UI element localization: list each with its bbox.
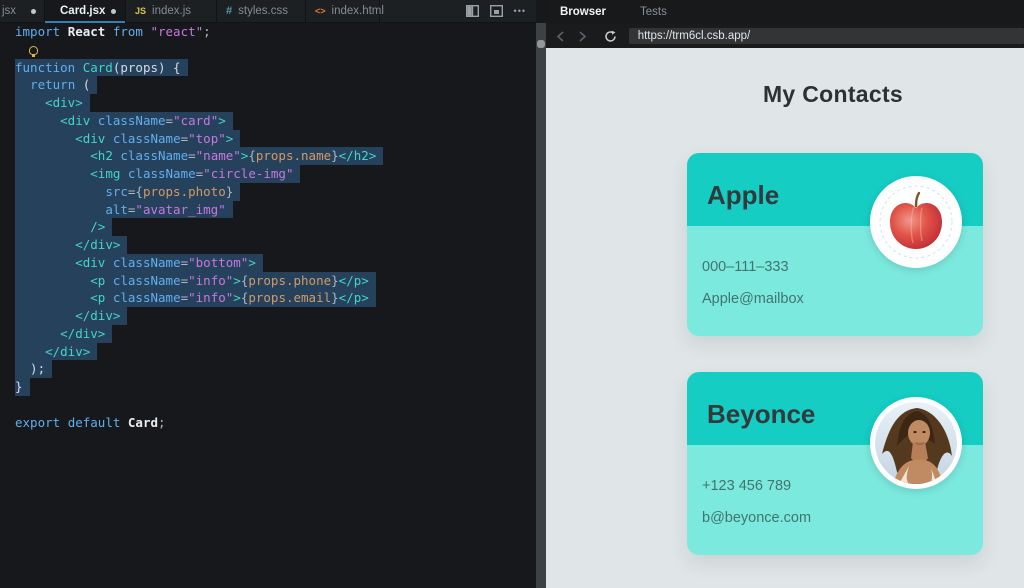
code-line: <img className="circle-img" bbox=[0, 165, 536, 183]
forward-icon[interactable] bbox=[576, 29, 590, 43]
code-line: <div className="bottom"> bbox=[0, 253, 536, 272]
tab-label: styles.css bbox=[238, 5, 288, 17]
code-editor[interactable]: import React from "react"; function Card(… bbox=[0, 23, 536, 588]
code-line bbox=[0, 41, 536, 59]
beyonce-avatar-image bbox=[870, 397, 962, 489]
more-actions-icon[interactable]: ••• bbox=[514, 6, 526, 16]
open-preview-icon[interactable] bbox=[490, 4, 504, 18]
contact-name: Apple bbox=[707, 180, 780, 210]
tab-tests[interactable]: Tests bbox=[640, 6, 667, 18]
code-line: export default Card; bbox=[15, 414, 166, 430]
code-line: <div className="card"> bbox=[0, 111, 536, 130]
apple-avatar-image bbox=[870, 176, 962, 268]
browser-navbar bbox=[546, 24, 1024, 48]
pane-divider[interactable] bbox=[536, 23, 546, 588]
page-title: My Contacts bbox=[762, 81, 904, 107]
contact-email: Apple@mailbox bbox=[702, 291, 804, 307]
editor-pane: jsx Card.jsx JS index.js # styles.css <>… bbox=[0, 0, 536, 588]
lightbulb-icon[interactable] bbox=[29, 45, 38, 57]
tab-index-html[interactable]: <> index.html bbox=[306, 0, 384, 22]
code-line: alt="avatar_img" bbox=[0, 200, 536, 219]
contact-name: Beyonce bbox=[707, 399, 816, 429]
browser-preview: My Contacts Apple 000–111–333 Apple@mail… bbox=[546, 48, 1024, 588]
contact-phone: 000–111–333 bbox=[702, 259, 789, 275]
html-icon: <> bbox=[315, 5, 326, 16]
tab-browser[interactable]: Browser bbox=[560, 6, 606, 18]
code-line: import React from "react"; bbox=[15, 24, 211, 39]
contact-email: b@beyonce.com bbox=[702, 510, 812, 526]
refresh-icon[interactable] bbox=[604, 29, 618, 43]
tab-partial-jsx[interactable]: jsx bbox=[0, 0, 45, 22]
code-line: <div> bbox=[0, 94, 536, 112]
modified-dot bbox=[111, 8, 117, 14]
browser-pane: Browser Tests My Contacts Apple 000–111–… bbox=[546, 0, 1024, 588]
code-line: src={props.photo} bbox=[0, 182, 536, 201]
back-icon[interactable] bbox=[554, 29, 568, 43]
tab-styles-css[interactable]: # styles.css bbox=[217, 0, 306, 22]
code-line: /> bbox=[0, 218, 536, 236]
code-line: </div> bbox=[0, 342, 536, 361]
modified-dot bbox=[31, 8, 36, 14]
tab-card-jsx[interactable]: Card.jsx bbox=[45, 0, 126, 23]
code-line: <p className="info">{props.phone}</p> bbox=[0, 271, 536, 290]
code-line: <div className="top"> bbox=[0, 129, 536, 148]
code-line: <h2 className="name">{props.name}</h2> bbox=[0, 147, 536, 165]
contact-phone: +123 456 789 bbox=[702, 478, 792, 494]
tabbar-spacer bbox=[380, 0, 466, 22]
browser-tabbar: Browser Tests bbox=[546, 0, 1024, 24]
code-line: </div> bbox=[0, 236, 536, 254]
editor-tabbar: jsx Card.jsx JS index.js # styles.css <>… bbox=[0, 0, 536, 23]
contact-card-beyonce: Beyonce +123 456 789 b@beyonce.com bbox=[687, 372, 983, 555]
code-line: function Card(props) { bbox=[0, 58, 536, 77]
tab-label: jsx bbox=[2, 5, 17, 17]
scrollbar-thumb[interactable] bbox=[537, 40, 545, 48]
javascript-icon: JS bbox=[135, 5, 147, 16]
code-line: </div> bbox=[0, 307, 536, 325]
url-input[interactable] bbox=[628, 28, 1024, 44]
code-line: </div> bbox=[0, 324, 536, 343]
tabbar-actions: ••• bbox=[466, 0, 536, 22]
code-line: <p className="info">{props.email}</p> bbox=[0, 289, 536, 307]
tab-label: index.html bbox=[331, 5, 384, 17]
code-line: ); bbox=[0, 360, 536, 378]
code-line: return ( bbox=[0, 76, 536, 94]
tab-label: index.js bbox=[152, 5, 192, 17]
code-line: } bbox=[0, 378, 536, 396]
tab-index-js[interactable]: JS index.js bbox=[126, 0, 217, 22]
codesandbox-window: jsx Card.jsx JS index.js # styles.css <>… bbox=[0, 0, 1024, 588]
tab-label: Card.jsx bbox=[60, 5, 106, 17]
contact-card-apple: Apple 000–111–333 Apple@mailbox bbox=[687, 153, 983, 336]
css-icon: # bbox=[226, 4, 233, 17]
split-editor-icon[interactable] bbox=[466, 4, 480, 18]
